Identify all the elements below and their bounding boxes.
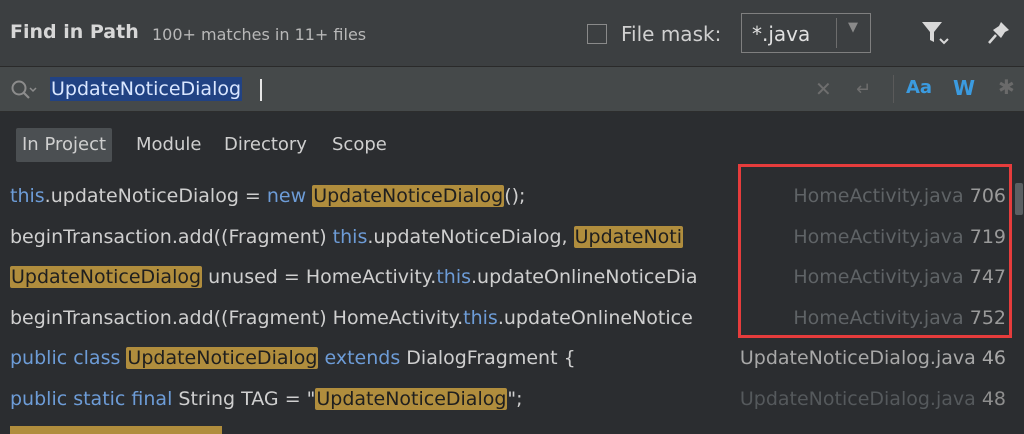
code-snippet: this.updateNoticeDialog = new UpdateNoti… <box>10 182 767 210</box>
line-number: 719 <box>969 226 1006 248</box>
file-mask-dropdown[interactable]: *.java ▼ <box>741 13 871 53</box>
find-header: Find in Path 100+ matches in 11+ files F… <box>0 0 1024 67</box>
line-number: 46 <box>981 347 1006 369</box>
result-row[interactable]: public class UpdateNoticeDialog extends … <box>0 337 1012 377</box>
code-keyword: public class <box>10 347 127 369</box>
code-keyword: this <box>463 307 498 329</box>
code-text: .updateOnlineNotice <box>497 307 693 329</box>
result-row[interactable]: this.updateNoticeDialog = new UpdateNoti… <box>0 175 1012 215</box>
regex-icon[interactable]: ✱ <box>998 75 1015 99</box>
result-row[interactable]: beginTransaction.add((Fragment) HomeActi… <box>0 297 1012 337</box>
code-text: unused = HomeActivity. <box>202 266 437 288</box>
search-icon[interactable] <box>10 79 40 105</box>
results-list: this.updateNoticeDialog = new UpdateNoti… <box>0 175 1012 433</box>
file-location: HomeActivity.java 747 <box>793 263 1006 291</box>
code-text: (); <box>504 185 526 207</box>
file-location: UpdateNoticeDialog.java 48 <box>740 385 1006 413</box>
code-snippet: public static final String TAG = "Update… <box>10 385 767 413</box>
file-name: HomeActivity.java <box>793 266 964 288</box>
code-keyword: new <box>266 185 313 207</box>
code-text: .updateNoticeDialog, <box>367 226 574 248</box>
pin-icon[interactable] <box>987 20 1011 50</box>
scope-tabs: In Project Module Directory Scope <box>0 112 1024 172</box>
file-mask-label[interactable]: File mask: <box>621 22 721 46</box>
whole-words-button[interactable]: W <box>953 76 975 100</box>
code-text: .updateNoticeDialog = <box>44 185 267 207</box>
match-highlight: UpdateNoticeDialog <box>126 347 319 369</box>
match-highlight: UpdateNoticeDialog <box>10 266 203 288</box>
wrap-icon[interactable]: ↵ <box>856 79 871 100</box>
result-row[interactable]: UpdateNoticeDialog unused = HomeActivity… <box>0 256 1012 296</box>
code-keyword: public static final <box>10 388 179 410</box>
tab-directory[interactable]: Directory <box>218 128 313 162</box>
match-count: 100+ matches in 11+ files <box>152 25 367 44</box>
dialog-title: Find in Path <box>10 21 139 43</box>
search-divider <box>893 75 894 103</box>
code-text: "; <box>507 388 523 410</box>
file-location: HomeActivity.java 706 <box>793 182 1006 210</box>
code-keyword: this <box>332 226 368 248</box>
text-caret <box>260 79 262 101</box>
code-keyword: this <box>436 266 472 288</box>
file-location: HomeActivity.java 752 <box>793 304 1006 332</box>
code-snippet: public class UpdateNoticeDialog extends … <box>10 344 767 372</box>
file-name: UpdateNoticeDialog.java <box>739 347 976 369</box>
code-text: beginTransaction.add((Fragment) HomeActi… <box>10 307 464 329</box>
match-highlight: UpdateNoticeDialog <box>315 388 508 410</box>
chevron-down-icon[interactable]: ▼ <box>848 20 858 35</box>
line-number: 752 <box>969 307 1006 329</box>
tab-scope[interactable]: Scope <box>326 128 393 162</box>
match-case-button[interactable]: Aa <box>906 77 932 98</box>
dropdown-divider <box>836 18 837 48</box>
file-name: HomeActivity.java <box>793 185 964 207</box>
scrollbar-thumb[interactable] <box>1015 183 1023 215</box>
file-mask-value: *.java <box>752 22 811 46</box>
file-name: HomeActivity.java <box>793 226 964 248</box>
code-keyword: this <box>10 185 45 207</box>
code-text: DialogFragment { <box>406 347 576 369</box>
match-highlight: UpdateNoti <box>573 226 684 248</box>
result-row[interactable]: beginTransaction.add((Fragment) this.upd… <box>0 216 1012 256</box>
line-number: 747 <box>969 266 1006 288</box>
filter-icon[interactable] <box>920 20 952 50</box>
file-name: UpdateNoticeDialog.java <box>739 388 976 410</box>
code-text: beginTransaction.add((Fragment) <box>10 226 333 248</box>
search-input[interactable]: UpdateNoticeDialog <box>50 77 243 101</box>
code-text: String TAG = " <box>178 388 316 410</box>
line-number: 48 <box>981 388 1006 410</box>
file-location: HomeActivity.java 719 <box>793 223 1006 251</box>
file-mask-checkbox[interactable] <box>587 24 607 44</box>
line-number: 706 <box>969 185 1006 207</box>
match-highlight: UpdateNoticeDialog <box>312 185 505 207</box>
tab-in-project[interactable]: In Project <box>16 128 113 162</box>
code-snippet: UpdateNoticeDialog unused = HomeActivity… <box>10 263 767 291</box>
tab-module[interactable]: Module <box>130 128 207 162</box>
code-snippet: beginTransaction.add((Fragment) this.upd… <box>10 223 767 251</box>
search-bar: UpdateNoticeDialog ✕ ↵ Aa W ✱ <box>0 67 1024 112</box>
file-location: UpdateNoticeDialog.java 46 <box>740 344 1006 372</box>
file-name: HomeActivity.java <box>793 307 964 329</box>
code-keyword: extends <box>318 347 407 369</box>
clear-icon[interactable]: ✕ <box>815 77 832 101</box>
code-snippet: beginTransaction.add((Fragment) HomeActi… <box>10 304 767 332</box>
code-text: .updateOnlineNoticeDia <box>471 266 698 288</box>
result-row[interactable]: public static final String TAG = "Update… <box>0 378 1012 418</box>
